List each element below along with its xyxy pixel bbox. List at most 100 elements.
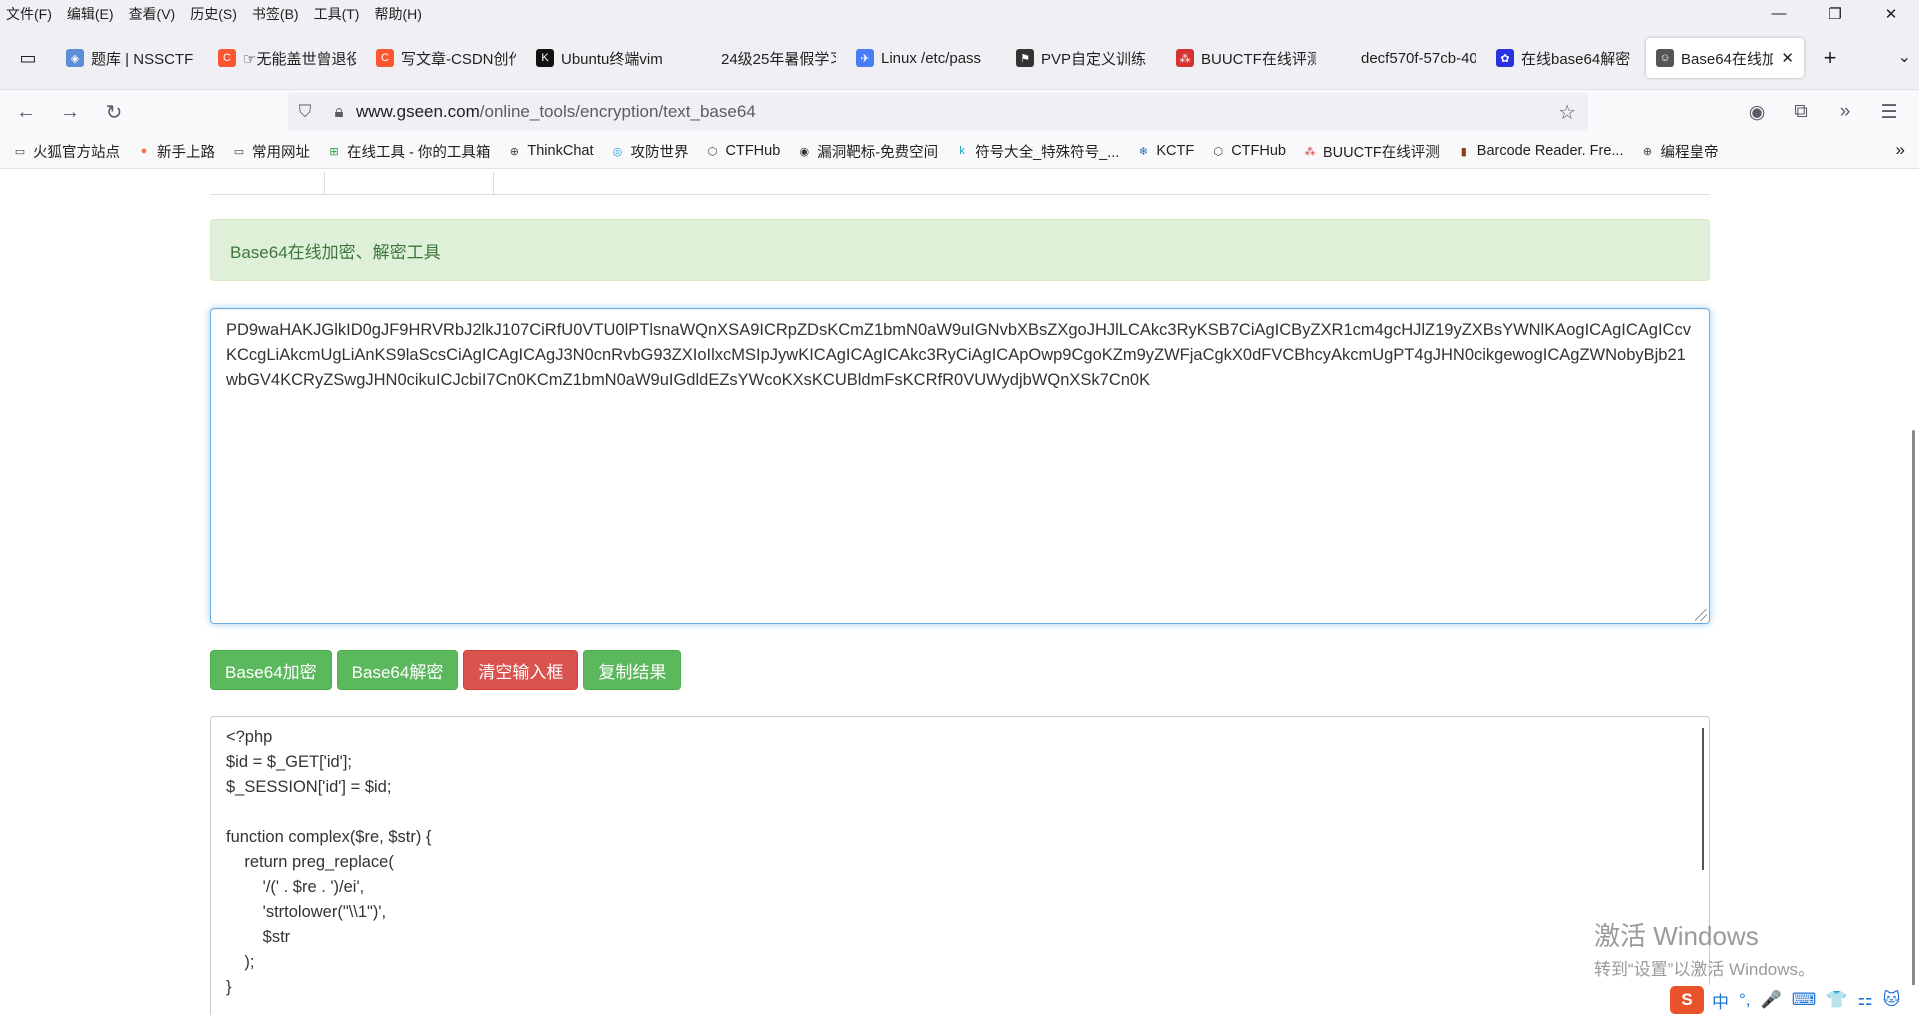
- base64-input-textarea[interactable]: PD9waHAKJGlkID0gJF9HRVRbJ2lkJ107CiRfU0VT…: [210, 308, 1710, 624]
- browser-tab[interactable]: decf570f-57cb-405: [1326, 38, 1486, 78]
- overflow-icon[interactable]: »: [1823, 101, 1867, 123]
- new-tab-button[interactable]: +: [1812, 40, 1848, 76]
- buu-icon: ⁂: [1176, 49, 1194, 67]
- menu-tools[interactable]: 工具(T): [314, 4, 360, 24]
- menu-edit[interactable]: 编辑(E): [67, 4, 114, 24]
- bookmark-item[interactable]: ⬡ CTFHub: [704, 143, 781, 159]
- browser-tab[interactable]: C ☞无能盖世曾退役: [208, 38, 366, 78]
- tabs-container: ◈ 题库 | NSSCTF C ☞无能盖世曾退役 C 写文章-CSDN创作 K Ubuntu终…: [56, 38, 1804, 78]
- lock-icon[interactable]: 🔒︎: [322, 102, 356, 122]
- bookmarks-overflow-icon[interactable]: »: [1896, 140, 1905, 160]
- forward-button[interactable]: →: [52, 94, 88, 130]
- menu-bookmarks[interactable]: 书签(B): [252, 4, 299, 24]
- menu-view[interactable]: 查看(V): [129, 4, 176, 24]
- bookmark-item[interactable]: ⬡ CTFHub: [1210, 143, 1286, 159]
- result-scrollbar[interactable]: [1702, 728, 1704, 870]
- menu-history[interactable]: 历史(S): [190, 4, 237, 24]
- bookmark-item[interactable]: ⊕ 编程皇帝: [1639, 141, 1719, 162]
- decode-button[interactable]: Base64解密: [336, 650, 459, 690]
- flag-icon: ⚑: [1016, 49, 1034, 67]
- bookmark-item[interactable]: ⊞ 在线工具 - 你的工具箱: [326, 141, 490, 162]
- globe-icon: ⊕: [509, 145, 519, 158]
- tool-icon: ⊞: [329, 145, 339, 158]
- account-icon[interactable]: ◉: [1735, 101, 1779, 124]
- menu-file[interactable]: 文件(F): [6, 4, 52, 24]
- bookmark-item[interactable]: ▭ 常用网址: [231, 141, 310, 162]
- browser-tab[interactable]: ⁂ BUUCTF在线评测: [1166, 38, 1326, 78]
- bookmark-label: ThinkChat: [527, 143, 594, 159]
- ime-skin-icon[interactable]: 👕: [1826, 990, 1847, 1010]
- active-tool-tab[interactable]: [324, 172, 494, 194]
- bookmark-item[interactable]: k 符号大全_特殊符号_...: [954, 141, 1119, 162]
- avatar-icon: ☺: [1656, 49, 1674, 67]
- browser-tab[interactable]: C 写文章-CSDN创作: [366, 38, 526, 78]
- bookmark-item[interactable]: ⊕ ThinkChat: [506, 143, 594, 159]
- watermark-subtitle: 转到“设置”以激活 Windows。: [1594, 960, 1816, 979]
- minimize-button[interactable]: —: [1751, 0, 1807, 27]
- clear-input-button[interactable]: 清空输入框: [463, 650, 579, 690]
- restore-button[interactable]: ❐: [1807, 0, 1863, 27]
- toolbar-right: ◉ ⧉ » ☰: [1735, 93, 1911, 131]
- encode-button[interactable]: Base64加密: [210, 650, 332, 690]
- blank-icon: [1336, 49, 1354, 67]
- action-buttons: Base64加密 Base64解密 清空输入框 复制结果: [210, 650, 686, 690]
- page-content: Base64在线加密、解密工具 PD9waHAKJGlkID0gJF9HRVRb…: [0, 172, 1919, 1015]
- hamburger-menu-icon[interactable]: ☰: [1867, 101, 1911, 124]
- bookmark-label: Barcode Reader. Fre...: [1476, 143, 1624, 159]
- url-bar[interactable]: ⛉ 🔒︎ www.gseen.com/online_tools/encrypti…: [288, 93, 1588, 131]
- page-scrollbar[interactable]: [1912, 430, 1915, 990]
- ime-keyboard-icon[interactable]: ⌨: [1792, 990, 1817, 1010]
- bookmark-item[interactable]: ⁂ BUUCTF在线评测: [1302, 141, 1439, 162]
- bookmarks-list: ▭ 火狐官方站点 ● 新手上路 ▭ 常用网址 ⊞ 在线工具 - 你的工具箱 ⊕ ThinkChat…: [12, 141, 1734, 162]
- browser-tab[interactable]: ⚑ PVP自定义训练: [1006, 38, 1166, 78]
- ime-microphone-icon[interactable]: 🎤: [1761, 990, 1782, 1010]
- close-tab-icon[interactable]: ✕: [1781, 49, 1794, 67]
- bookmark-item[interactable]: ▭ 火狐官方站点: [12, 141, 120, 162]
- chevron-down-icon[interactable]: ⌄: [1898, 47, 1911, 67]
- extensions-icon[interactable]: ⧉: [1779, 101, 1823, 123]
- copy-result-button[interactable]: 复制结果: [583, 650, 682, 690]
- bookmark-label: CTFHub: [725, 143, 781, 159]
- browser-tab[interactable]: ☺ Base64在线加 ✕: [1646, 38, 1804, 78]
- k-icon: K: [536, 49, 554, 67]
- bookmark-item[interactable]: ◎ 攻防世界: [609, 141, 689, 162]
- ime-punctuation-icon[interactable]: °,: [1739, 990, 1751, 1010]
- resize-handle-icon[interactable]: [1695, 609, 1707, 621]
- bookmark-item[interactable]: ❄ KCTF: [1135, 143, 1194, 159]
- browser-tab[interactable]: ✿ 在线base64解密: [1486, 38, 1646, 78]
- browser-tab[interactable]: ✈ Linux /etc/pass: [846, 38, 1006, 78]
- back-button[interactable]: ←: [8, 94, 44, 130]
- ime-toolbox-icon[interactable]: ⚏: [1857, 990, 1872, 1010]
- tab-title: Ubuntu终端vim: [561, 50, 663, 68]
- sogou-logo-icon[interactable]: S: [1670, 986, 1704, 1014]
- folder-icon: ▭: [233, 145, 245, 158]
- browser-tab[interactable]: K Ubuntu终端vim: [526, 38, 686, 78]
- browser-tab[interactable]: 24级25年暑假学习计: [686, 38, 846, 78]
- bookmark-star-icon[interactable]: ☆: [1558, 100, 1576, 125]
- tab-strip: ▭ ◈ 题库 | NSSCTF C ☞无能盖世曾退役 C 写文章-CSDN创作 K Ubunt…: [0, 27, 1919, 89]
- baidu-icon: ✿: [1496, 49, 1514, 67]
- windows-activation-watermark: 激活 Windows 转到“设置”以激活 Windows。: [1594, 916, 1815, 980]
- tracking-shield-icon[interactable]: ⛉: [288, 102, 322, 122]
- bookmark-item[interactable]: ● 新手上路: [136, 141, 215, 162]
- bookmark-item[interactable]: ▮ Barcode Reader. Fre...: [1456, 143, 1624, 159]
- globe-icon: ⊕: [1642, 145, 1653, 158]
- result-textarea[interactable]: <?php $id = $_GET['id']; $_SESSION['id']…: [210, 716, 1710, 1015]
- reload-button[interactable]: ↻: [96, 94, 132, 130]
- browser-tab[interactable]: ◈ 题库 | NSSCTF: [56, 38, 208, 78]
- close-window-button[interactable]: ✕: [1863, 0, 1919, 27]
- tab-list-icon[interactable]: ▭: [8, 38, 48, 78]
- bookmark-label: 漏洞靶标-免费空间: [817, 144, 939, 161]
- bookmark-item[interactable]: ◉ 漏洞靶标-免费空间: [796, 141, 938, 162]
- barcode-icon: ▮: [1460, 145, 1467, 158]
- bookmark-label: 在线工具 - 你的工具箱: [347, 144, 491, 161]
- ime-lang-toggle[interactable]: 中: [1712, 988, 1729, 1013]
- ime-toolbar: S 中 °, 🎤 ⌨ 👕 ⚏ 🐱: [1670, 985, 1919, 1015]
- tab-title: 在线base64解密: [1521, 50, 1631, 68]
- tab-title: ☞无能盖世曾退役: [243, 50, 356, 68]
- cube-icon: ⬡: [707, 145, 718, 158]
- ime-mascot-icon[interactable]: 🐱: [1883, 990, 1901, 1010]
- bird-icon: ✈: [856, 49, 874, 67]
- bookmark-label: 符号大全_特殊符号_...: [975, 144, 1120, 161]
- menu-help[interactable]: 帮助(H): [374, 4, 421, 24]
